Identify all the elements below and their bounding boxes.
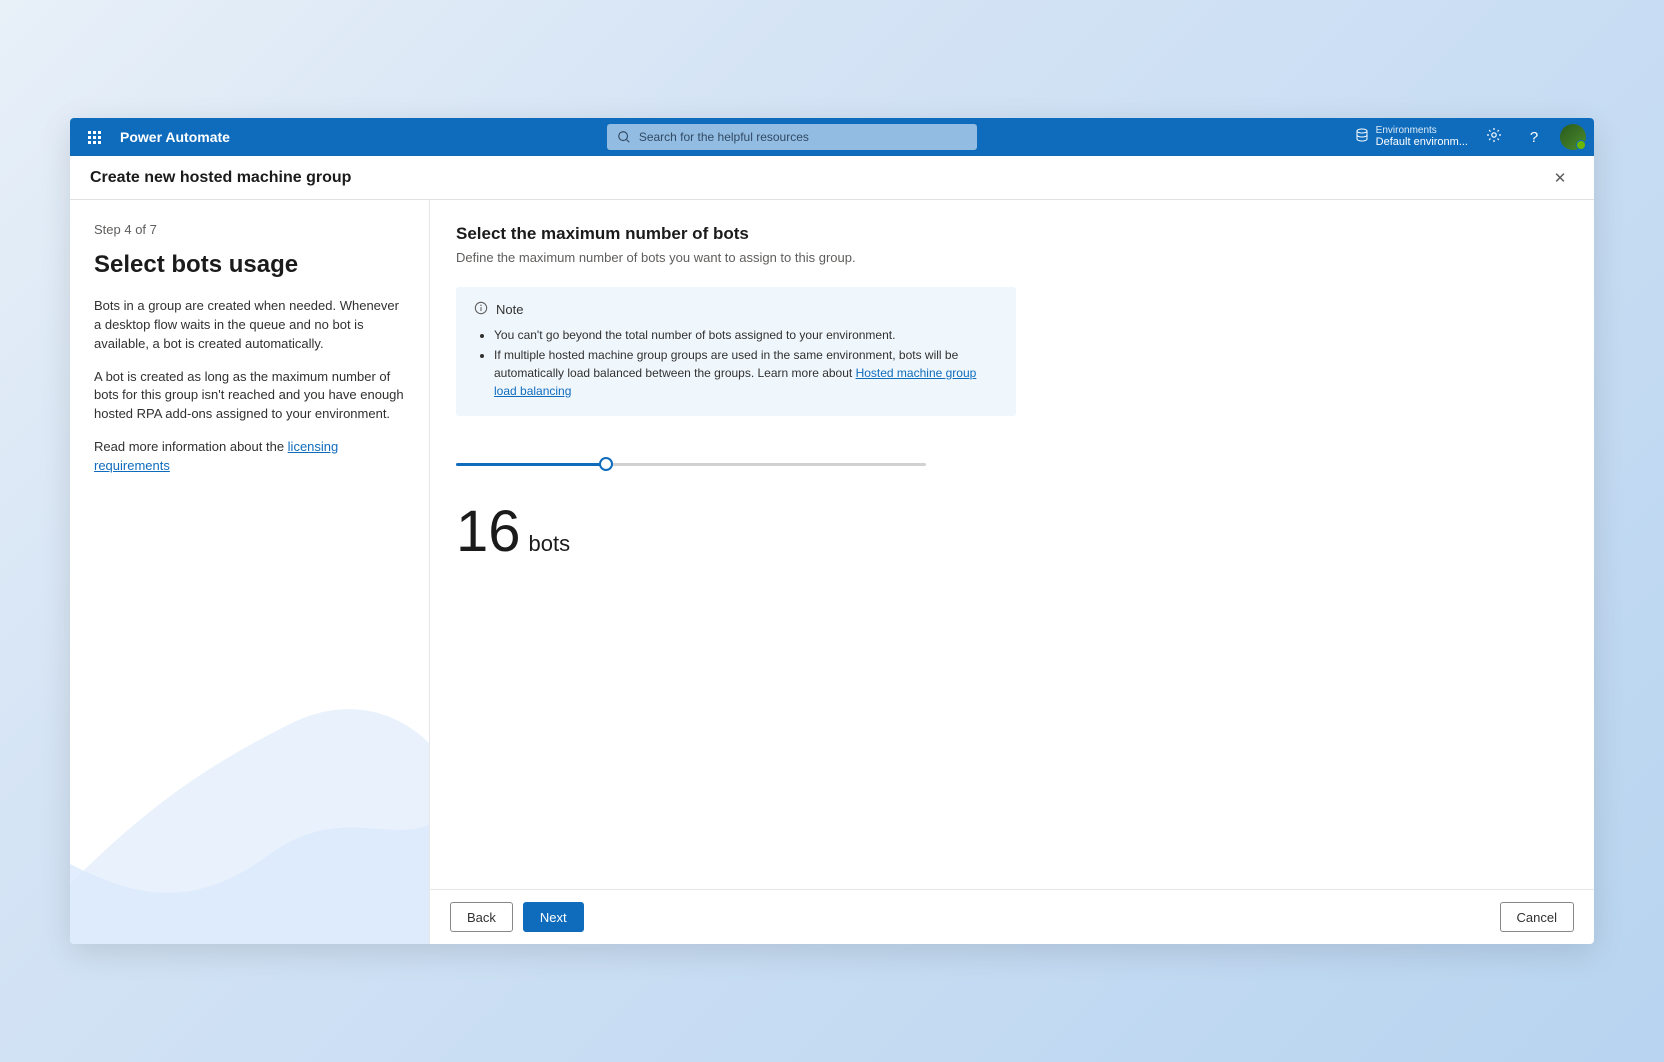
- search-placeholder: Search for the helpful resources: [639, 130, 809, 144]
- help-icon: ?: [1530, 129, 1538, 146]
- wizard-content: Select the maximum number of bots Define…: [430, 200, 1594, 944]
- bots-count: 16: [456, 498, 521, 565]
- app-window: Power Automate Search for the helpful re…: [70, 118, 1594, 944]
- waffle-menu-button[interactable]: [78, 121, 110, 153]
- sidebar-title: Select bots usage: [94, 251, 405, 279]
- search-icon: [617, 130, 631, 144]
- content-subtitle: Define the maximum number of bots you wa…: [456, 250, 1568, 265]
- bots-slider[interactable]: [456, 454, 926, 474]
- slider-fill: [456, 463, 606, 466]
- next-button[interactable]: Next: [523, 902, 584, 932]
- gear-icon: [1486, 127, 1502, 148]
- environment-value: Default environm...: [1376, 136, 1468, 148]
- bots-unit: bots: [529, 531, 571, 557]
- topbar: Power Automate Search for the helpful re…: [70, 118, 1594, 156]
- page-title: Create new hosted machine group: [90, 169, 351, 187]
- decorative-wave: [70, 684, 430, 944]
- user-avatar[interactable]: [1560, 124, 1586, 150]
- content-title: Select the maximum number of bots: [456, 224, 1568, 244]
- environment-picker[interactable]: Environments Default environm...: [1354, 125, 1468, 148]
- bots-readout: 16 bots: [456, 498, 1568, 565]
- note-label: Note: [496, 302, 523, 317]
- sidebar-paragraph-1: Bots in a group are created when needed.…: [94, 297, 405, 354]
- wizard-sidebar: Step 4 of 7 Select bots usage Bots in a …: [70, 200, 430, 944]
- settings-button[interactable]: [1480, 123, 1508, 151]
- sidebar-paragraph-3: Read more information about the licensin…: [94, 438, 405, 476]
- search-input[interactable]: Search for the helpful resources: [607, 124, 977, 150]
- step-indicator: Step 4 of 7: [94, 222, 405, 237]
- close-button[interactable]: ✕: [1546, 164, 1574, 192]
- slider-thumb[interactable]: [599, 457, 613, 471]
- info-icon: [474, 301, 488, 318]
- app-name: Power Automate: [120, 129, 230, 145]
- wizard-footer: Back Next Cancel: [430, 889, 1594, 944]
- close-icon: ✕: [1554, 169, 1567, 187]
- database-icon: [1354, 127, 1370, 148]
- main-content: Step 4 of 7 Select bots usage Bots in a …: [70, 200, 1594, 944]
- waffle-icon: [88, 131, 101, 144]
- page-header: Create new hosted machine group ✕: [70, 156, 1594, 200]
- cancel-button[interactable]: Cancel: [1500, 902, 1574, 932]
- note-item-2: If multiple hosted machine group groups …: [494, 346, 998, 400]
- back-button[interactable]: Back: [450, 902, 513, 932]
- note-callout: Note You can't go beyond the total numbe…: [456, 287, 1016, 416]
- environment-label: Environments: [1376, 125, 1468, 136]
- sidebar-paragraph-2: A bot is created as long as the maximum …: [94, 368, 405, 425]
- note-item-1: You can't go beyond the total number of …: [494, 326, 998, 344]
- help-button[interactable]: ?: [1520, 123, 1548, 151]
